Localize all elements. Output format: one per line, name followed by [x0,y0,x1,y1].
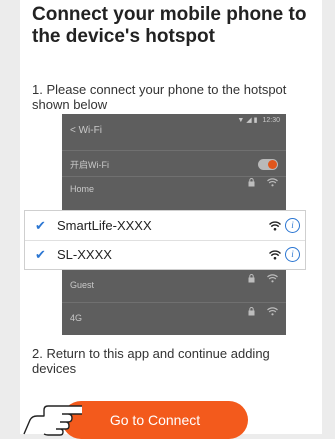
step-2-text: 2. Return to this app and continue addin… [32,346,270,376]
divider [62,150,286,151]
check-icon: ✔ [35,247,46,262]
divider [62,302,286,303]
hotspot-network-list: ✔ SmartLife-XXXX i ✔ SL-XXXX i [24,210,306,270]
step-1-text: 1. Please connect your phone to the hots… [32,82,287,112]
network-item-smartlife[interactable]: ✔ SmartLife-XXXX i [25,211,305,240]
network-row-4g: 4G [62,307,286,329]
network-name: SL-XXXX [57,247,112,262]
wifi-icon [267,178,278,187]
network-row-guest: Guest [62,274,286,296]
hand-pointer-icon [23,405,82,436]
wifi-header: < Wi-Fi [70,125,102,136]
wifi-icon [267,274,278,283]
wifi-toggle [258,159,278,170]
network-row-home: Home [62,178,286,200]
network-name: SmartLife-XXXX [57,218,152,233]
info-icon[interactable]: i [285,218,300,233]
wifi-toggle-row: 开启Wi-Fi [62,154,286,176]
wifi-icon [267,307,278,316]
lock-icon [248,178,255,187]
go-to-connect-button[interactable]: Go to Connect [62,401,248,439]
info-icon[interactable]: i [285,247,300,262]
network-item-sl[interactable]: ✔ SL-XXXX i [25,240,305,269]
lock-icon [248,274,255,283]
divider [62,176,286,177]
lock-icon [248,307,255,316]
page-title: Connect your mobile phone to the device'… [32,4,307,47]
check-icon: ✔ [35,218,46,233]
wifi-icon [269,249,281,259]
wifi-icon [269,220,281,230]
